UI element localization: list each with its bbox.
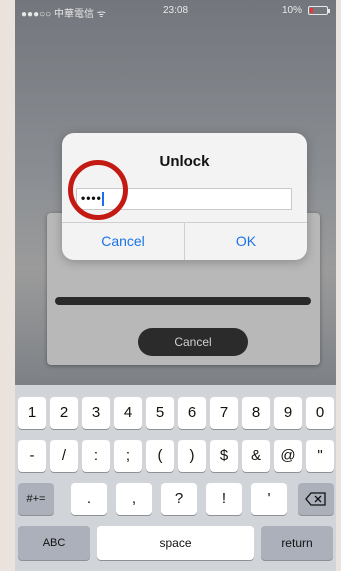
key-5[interactable]: 5 (146, 397, 174, 429)
background-cancel-button[interactable]: Cancel (138, 328, 248, 356)
key-exclamation[interactable]: ! (206, 483, 242, 515)
key-2[interactable]: 2 (50, 397, 78, 429)
key-open-paren[interactable]: ( (146, 440, 174, 472)
key-6[interactable]: 6 (178, 397, 206, 429)
key-at[interactable]: @ (274, 440, 302, 472)
ok-button[interactable]: OK (185, 222, 307, 260)
abc-key[interactable]: ABC (18, 526, 90, 560)
battery-percent: 10% (281, 5, 302, 16)
backspace-key[interactable] (298, 483, 334, 515)
more-symbols-key[interactable]: #+= (18, 483, 54, 515)
key-quote[interactable]: " (306, 440, 334, 472)
key-colon[interactable]: : (82, 440, 110, 472)
key-question[interactable]: ? (161, 483, 197, 515)
backspace-icon (305, 492, 326, 506)
battery-icon (308, 6, 330, 15)
key-9[interactable]: 9 (274, 397, 302, 429)
key-semicolon[interactable]: ; (114, 440, 142, 472)
key-period[interactable]: . (71, 483, 107, 515)
key-8[interactable]: 8 (242, 397, 270, 429)
key-3[interactable]: 3 (82, 397, 110, 429)
key-apostrophe[interactable]: ' (251, 483, 287, 515)
key-1[interactable]: 1 (18, 397, 46, 429)
highlight-circle (68, 160, 128, 220)
key-7[interactable]: 7 (210, 397, 238, 429)
key-0[interactable]: 0 (306, 397, 334, 429)
key-comma[interactable]: , (116, 483, 152, 515)
key-dollar[interactable]: $ (210, 440, 238, 472)
progress-bar (55, 297, 311, 305)
cancel-button[interactable]: Cancel (62, 222, 184, 260)
key-4[interactable]: 4 (114, 397, 142, 429)
key-slash[interactable]: / (50, 440, 78, 472)
space-key[interactable]: space (97, 526, 254, 560)
phone-screen: ●●●○○ 中華電信 ᯤ 23:08 10% Cancel Unlock •••… (15, 0, 336, 571)
status-bar: ●●●○○ 中華電信 ᯤ 23:08 10% (15, 0, 336, 20)
key-hyphen[interactable]: - (18, 440, 46, 472)
return-key[interactable]: return (261, 526, 333, 560)
key-ampersand[interactable]: & (242, 440, 270, 472)
keyboard: 1 2 3 4 5 6 7 8 9 0 - / : ; ( ) $ & @ " … (15, 385, 336, 571)
key-close-paren[interactable]: ) (178, 440, 206, 472)
